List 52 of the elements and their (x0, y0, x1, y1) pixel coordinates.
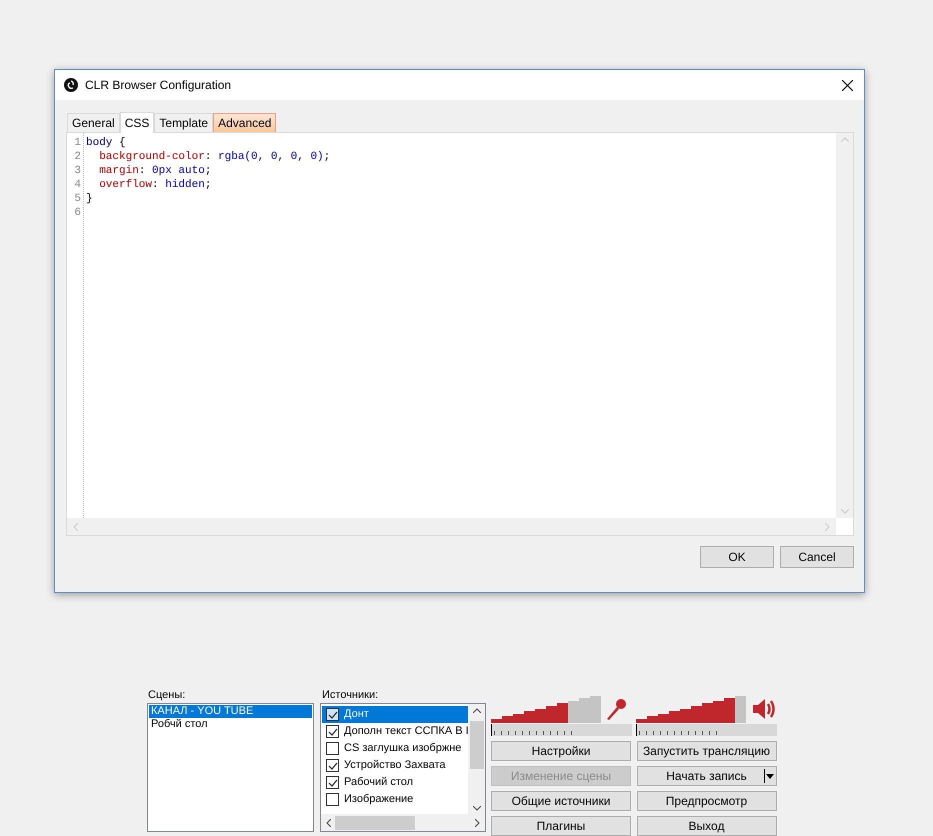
code-line: background-color: rgba(0, 0, 0, 0); (98, 150, 330, 164)
checkbox[interactable] (326, 793, 339, 806)
tab[interactable]: Template (154, 113, 214, 132)
sources-label: Источники: (322, 688, 380, 703)
close-icon[interactable] (842, 80, 853, 90)
scene-item[interactable]: Робчй стол (149, 718, 312, 731)
scroll-right-icon[interactable] (475, 818, 480, 826)
line-number: 1 (74, 136, 81, 150)
code-line: } (86, 192, 93, 206)
action-button[interactable]: Настройки (491, 741, 631, 761)
logo-icon (64, 78, 78, 92)
line-number: 4 (74, 178, 81, 192)
tab[interactable]: General (67, 113, 120, 132)
line-number: 2 (74, 150, 81, 164)
tab[interactable]: Advanced (213, 113, 276, 132)
checkbox[interactable] (326, 725, 339, 738)
code-line: body { (86, 136, 126, 150)
dialog-button[interactable]: Cancel (780, 546, 854, 568)
tab[interactable]: CSS (120, 112, 154, 133)
source-item[interactable]: Изображение (322, 791, 468, 808)
source-item[interactable]: Дополн текст ССПКА В I (322, 723, 468, 740)
window-title: CLR Browser Configuration (85, 77, 232, 94)
scenes-label: Сцены: (148, 688, 186, 703)
source-item[interactable]: Донт (322, 706, 468, 723)
caret-icon[interactable] (764, 769, 774, 783)
line-number: 5 (74, 192, 81, 206)
source-item[interactable]: CS заглушка изобржне (322, 740, 468, 757)
microphone-icon[interactable] (604, 697, 628, 721)
action-button[interactable]: Общие источники (491, 791, 631, 811)
split-button[interactable]: Начать запись (636, 766, 776, 786)
speaker-icon[interactable] (751, 697, 777, 721)
checkbox[interactable] (326, 742, 339, 755)
action-button[interactable]: Запустить трансляцию (636, 741, 776, 761)
line-number: 6 (74, 206, 81, 220)
scrollbar-thumb[interactable] (470, 721, 484, 769)
source-item[interactable]: Рабочий стол (322, 774, 468, 791)
code-line: margin: 0px auto; (98, 164, 212, 178)
action-button[interactable]: Предпросмотр (636, 791, 776, 811)
scene-item[interactable]: КАНАЛ - YOU TUBE (149, 705, 312, 718)
checkbox[interactable] (326, 776, 339, 789)
dialog-button[interactable]: OK (700, 546, 774, 568)
scroll-down-icon[interactable] (472, 806, 480, 811)
scroll-up-icon[interactable] (472, 708, 480, 713)
scroll-left-icon[interactable] (326, 818, 331, 826)
scrollbar-thumb[interactable] (335, 816, 415, 830)
source-item[interactable]: Устройство Захвата (322, 757, 468, 774)
checkbox[interactable] (326, 708, 339, 721)
action-button[interactable]: Плагины (491, 816, 631, 836)
code-line: overflow: hidden; (98, 178, 212, 192)
line-number: 3 (74, 164, 81, 178)
action-button[interactable]: Выход (636, 816, 776, 836)
checkbox[interactable] (326, 759, 339, 772)
